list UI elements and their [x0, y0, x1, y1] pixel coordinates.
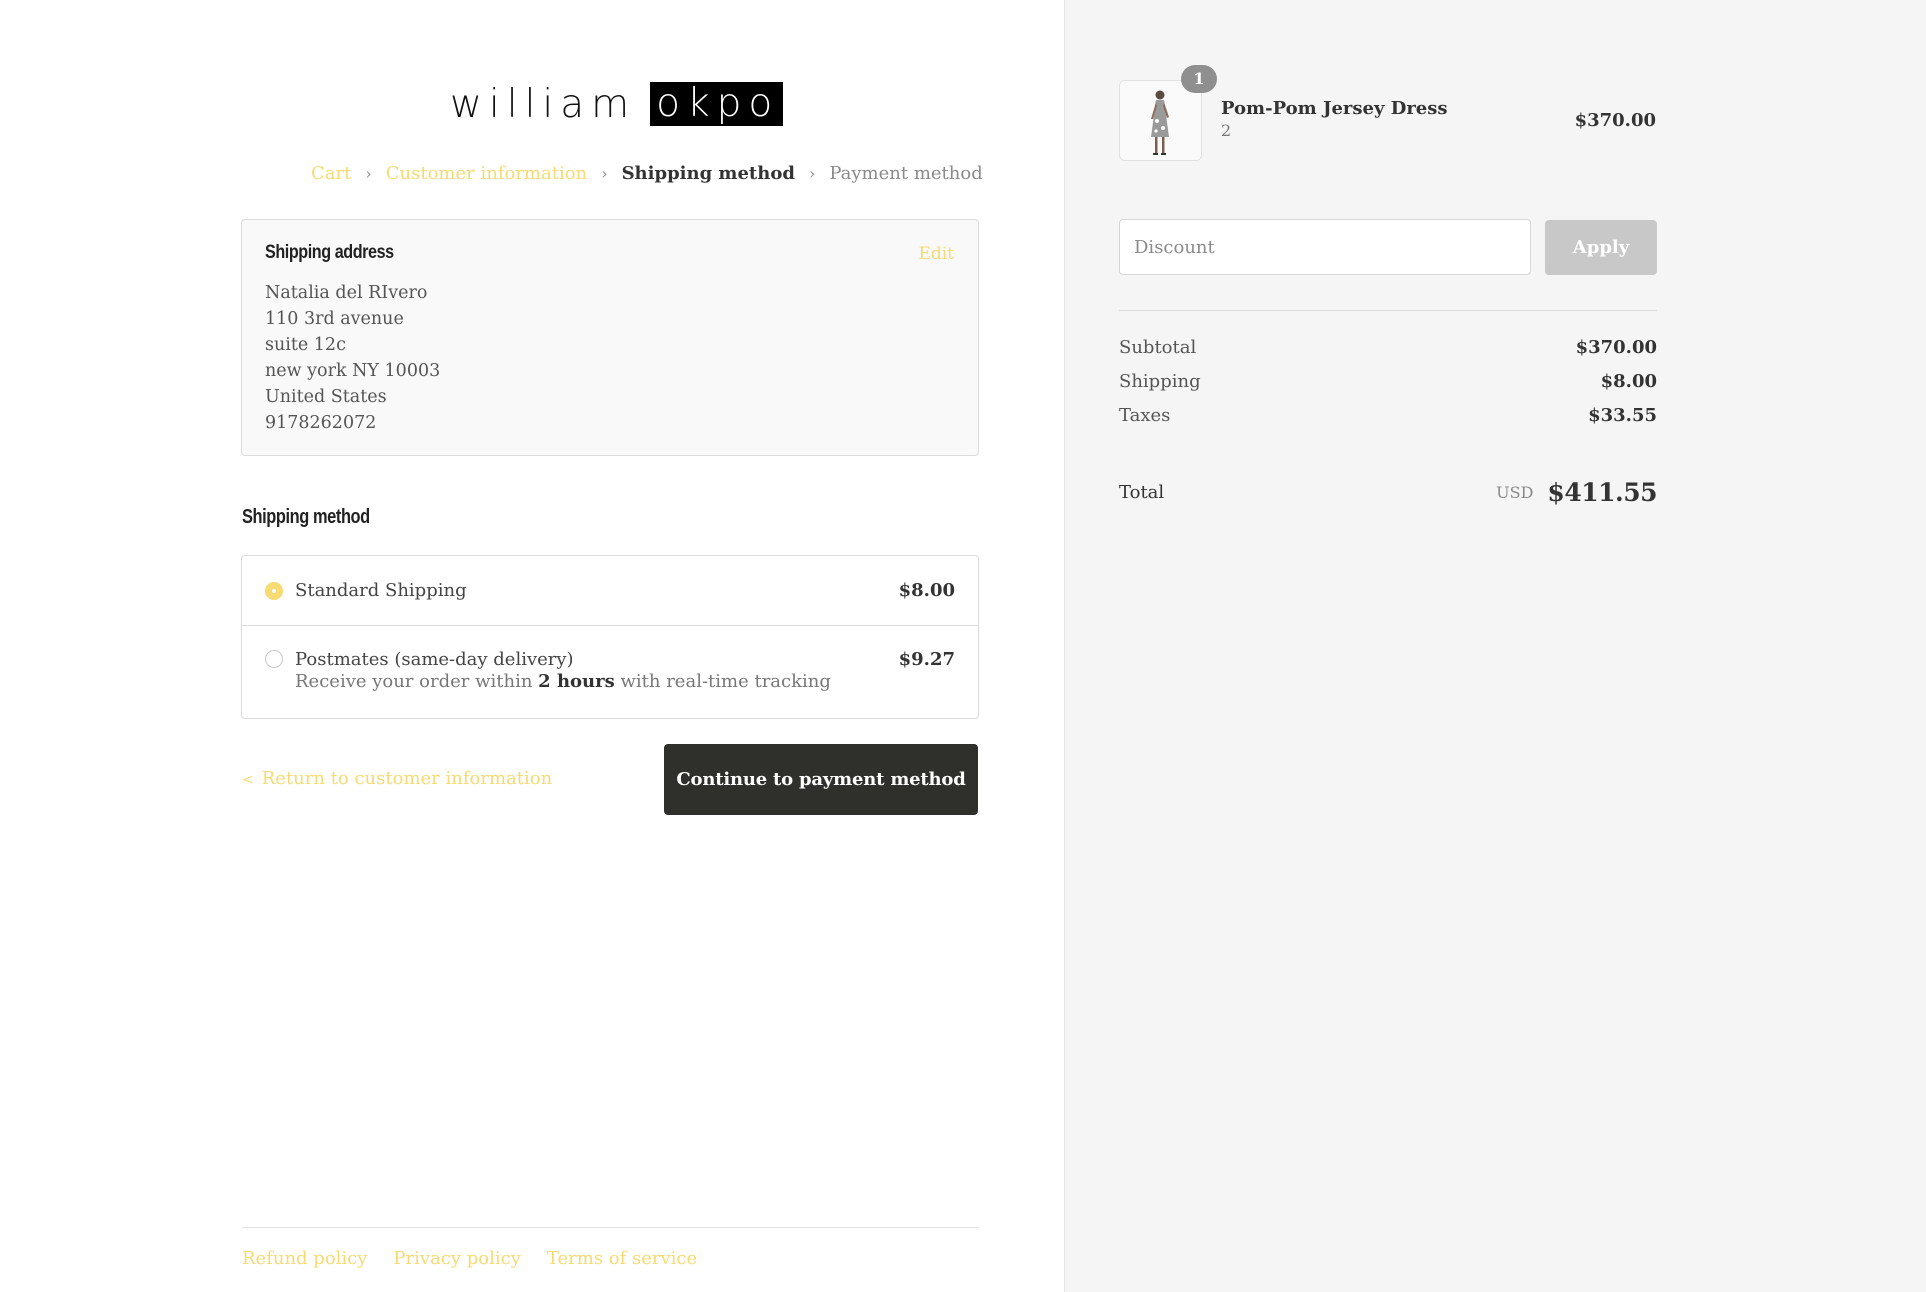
total-amount-group: USD $411.55	[1496, 478, 1657, 507]
checkout-main: william okpo Cart › Customer information…	[0, 0, 1064, 1292]
return-link-label: Return to customer information	[261, 768, 553, 789]
address-street: 110 3rd avenue	[265, 309, 404, 329]
breadcrumb-customer-information[interactable]: Customer information	[386, 163, 587, 184]
address-lines: Natalia del RIvero 110 3rd avenue suite …	[265, 280, 440, 436]
description-text: with real-time tracking	[614, 671, 831, 692]
product-price: $370.00	[1574, 110, 1656, 131]
total-amount: $411.55	[1547, 478, 1657, 507]
shipping-option-price: $9.27	[898, 649, 955, 670]
shipping-option-name: Postmates (same-day delivery)	[295, 649, 574, 670]
breadcrumb-payment-method: Payment method	[829, 162, 983, 184]
total-label: Total	[1119, 482, 1165, 503]
summary-value: $8.00	[1600, 371, 1657, 392]
shipping-options: Standard Shipping $8.00 Postmates (same-…	[241, 555, 979, 719]
refund-policy-link[interactable]: Refund policy	[242, 1248, 367, 1269]
dress-product-icon	[1120, 81, 1201, 160]
summary-value: $370.00	[1575, 337, 1657, 358]
summary-row-taxes: Taxes $33.55	[1119, 405, 1657, 426]
quantity-badge: 1	[1181, 65, 1217, 93]
description-highlight: 2 hours	[538, 671, 615, 692]
shipping-method-title: Shipping method	[242, 506, 370, 528]
logo-text-william: william	[450, 81, 637, 127]
chevron-left-icon: <	[242, 772, 254, 788]
summary-row-subtotal: Subtotal $370.00	[1119, 337, 1657, 358]
description-text: Receive your order within	[295, 671, 539, 692]
shipping-address-title: Shipping address	[265, 242, 394, 263]
breadcrumb: Cart › Customer information › Shipping m…	[311, 160, 983, 186]
address-name: Natalia del RIvero	[265, 283, 428, 303]
shipping-option-description: Receive your order within 2 hours with r…	[295, 671, 831, 692]
summary-row-shipping: Shipping $8.00	[1119, 371, 1657, 392]
edit-address-link[interactable]: Edit	[918, 244, 954, 264]
store-logo[interactable]: william okpo	[450, 81, 784, 127]
breadcrumb-separator: ›	[365, 163, 372, 183]
product-name: Pom-Pom Jersey Dress	[1221, 98, 1448, 119]
continue-to-payment-button[interactable]: Continue to payment method	[664, 744, 978, 815]
apply-discount-button[interactable]: Apply	[1545, 220, 1657, 275]
shipping-option-name: Standard Shipping	[295, 580, 467, 601]
summary-label: Shipping	[1119, 371, 1201, 392]
shipping-address-box: Shipping address Edit Natalia del RIvero…	[241, 219, 979, 456]
terms-of-service-link[interactable]: Terms of service	[547, 1248, 697, 1269]
shipping-option-price: $8.00	[898, 580, 955, 601]
summary-divider	[1119, 310, 1657, 311]
return-to-customer-information-link[interactable]: < Return to customer information	[242, 768, 552, 789]
privacy-policy-link[interactable]: Privacy policy	[393, 1248, 520, 1269]
logo-text-okpo: okpo	[650, 82, 784, 126]
breadcrumb-shipping-method: Shipping method	[621, 162, 795, 184]
footer-links: Refund policy Privacy policy Terms of se…	[242, 1248, 697, 1269]
footer-divider	[242, 1227, 978, 1228]
breadcrumb-separator: ›	[601, 163, 608, 183]
address-city: new york NY 10003	[265, 361, 441, 381]
summary-value: $33.55	[1588, 405, 1657, 426]
radio-standard-selected[interactable]	[265, 582, 283, 600]
currency-code: USD	[1496, 483, 1534, 502]
shipping-option-postmates[interactable]: Postmates (same-day delivery) Receive yo…	[242, 626, 978, 720]
address-country: United States	[265, 387, 387, 407]
shipping-option-standard[interactable]: Standard Shipping $8.00	[242, 556, 978, 626]
summary-label: Taxes	[1119, 405, 1171, 426]
breadcrumb-separator: ›	[808, 163, 816, 183]
discount-input[interactable]	[1119, 219, 1531, 275]
address-phone: 9178262072	[265, 413, 377, 433]
address-suite: suite 12c	[265, 335, 346, 355]
summary-label: Subtotal	[1119, 337, 1197, 358]
radio-postmates[interactable]	[265, 650, 283, 668]
product-variant: 2	[1221, 121, 1232, 140]
total-row: Total USD $411.55	[1119, 478, 1657, 507]
order-summary-sidebar	[1064, 0, 1926, 1292]
breadcrumb-cart[interactable]: Cart	[311, 163, 351, 184]
